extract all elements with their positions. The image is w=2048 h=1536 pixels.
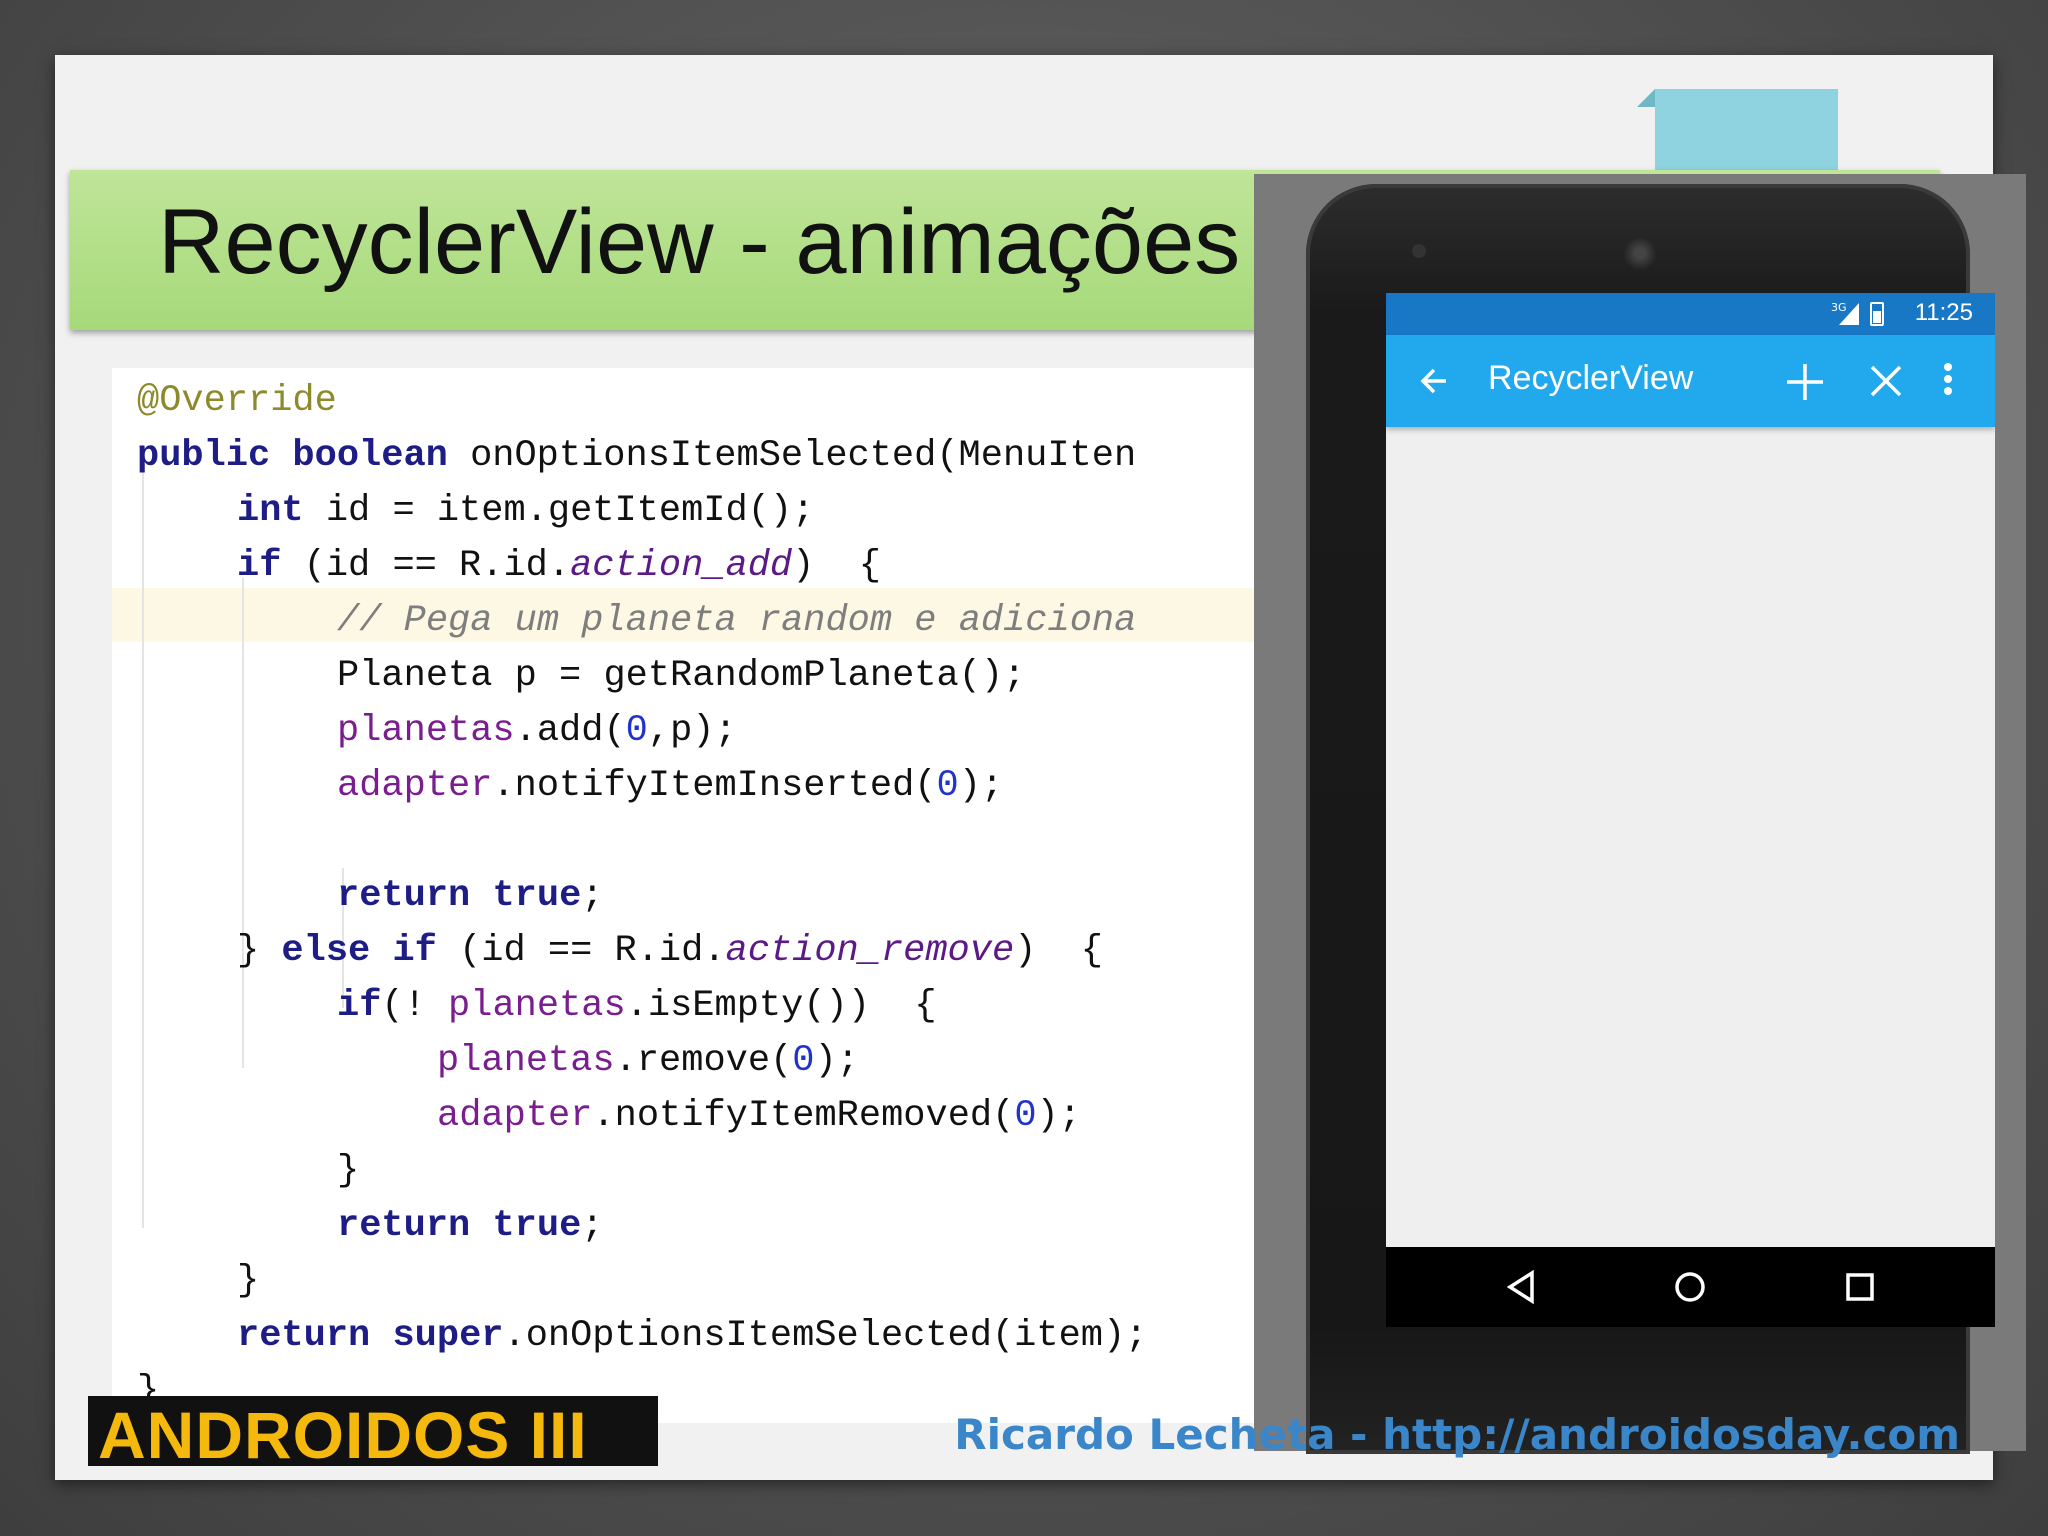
earpiece-speaker [1623,236,1657,270]
code-line-3: int id = item.getItemId(); [237,490,815,532]
tab-accent [1655,89,1838,179]
code-line-1: @Override [137,380,337,422]
code-line-6: Planeta p = getRandomPlaneta(); [337,655,1026,697]
tab-accent-fold [1637,89,1655,107]
overflow-menu-icon[interactable] [1942,361,1954,401]
code-line-4: if (id == R.id.action_add) { [237,545,881,587]
app-bar: RecyclerView [1386,335,1995,427]
androidos-logo: ANDROIDOS III [88,1396,658,1472]
indent-guide [142,448,144,1228]
phone-backdrop: 3G 11:25 RecyclerView [1254,174,2026,1454]
status-icons: 3G [1831,299,1895,332]
code-line-14: } [337,1150,360,1192]
svg-text:3G: 3G [1831,301,1847,314]
status-bar: 3G 11:25 [1386,293,1995,335]
nav-recents-icon[interactable] [1842,1269,1878,1305]
code-line-16: } [237,1260,260,1302]
code-line-10: } else if (id == R.id.action_remove) { [237,930,1103,972]
phone-device: 3G 11:25 RecyclerView [1306,184,1995,1454]
indent-guide [242,578,244,1068]
code-line-9: return true; [337,875,604,917]
code-line-17: return super.onOptionsItemSelected(item)… [237,1315,1148,1357]
code-line-13: adapter.notifyItemRemoved(0); [437,1095,1081,1137]
credit-footer: Ricardo Lecheta - http://androidosday.co… [954,1410,1960,1459]
code-line-12: planetas.remove(0); [437,1040,859,1082]
code-line-8: adapter.notifyItemInserted(0); [337,765,1004,807]
slide: @Override public boolean onOptionsItemSe… [55,55,2026,1480]
code-line-5: // Pega um planeta random e adiciona [337,600,1137,642]
navigation-bar [1386,1247,1995,1327]
app-bar-title: RecyclerView [1488,359,1694,397]
add-icon[interactable] [1784,361,1826,403]
close-icon[interactable] [1866,361,1906,401]
slide-title: RecyclerView - animações [158,191,1241,293]
status-time: 11:25 [1914,299,1973,326]
code-line-15: return true; [337,1205,604,1247]
nav-back-icon[interactable] [1504,1269,1540,1305]
signal-icon: 3G [1831,301,1884,326]
back-arrow-icon[interactable] [1416,361,1456,401]
front-camera [1412,244,1426,258]
code-line-11: if(! planetas.isEmpty()) { [337,985,937,1027]
logo-text: ANDROIDOS III [98,1398,588,1472]
code-line-7: planetas.add(0,p); [337,710,737,752]
code-line-2: public boolean onOptionsItemSelected(Men… [137,435,1137,477]
phone-screen: 3G 11:25 RecyclerView [1386,293,1995,1327]
nav-home-icon[interactable] [1672,1269,1708,1305]
code-panel: @Override public boolean onOptionsItemSe… [112,368,1254,1423]
